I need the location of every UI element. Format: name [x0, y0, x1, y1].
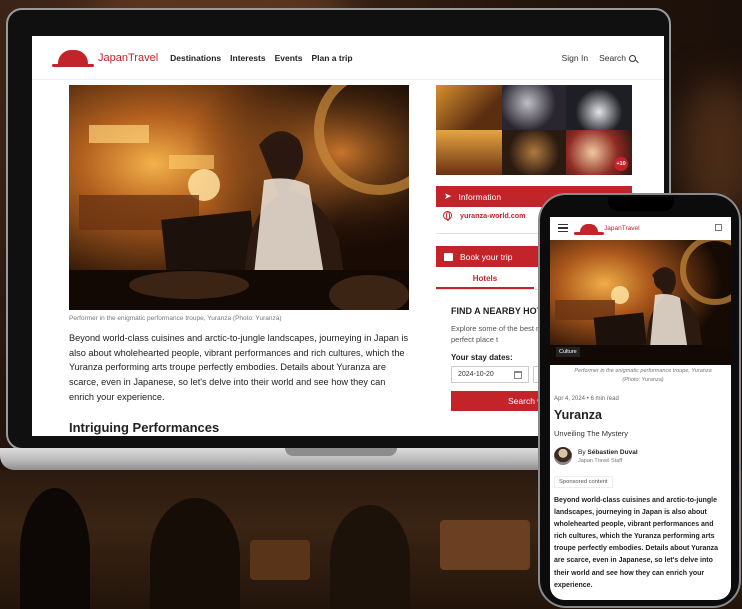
logo-mark-icon: [52, 50, 94, 67]
nav-links: Destinations Interests Events Plan a tri…: [170, 53, 352, 63]
information-label: Information: [458, 191, 502, 202]
hero-caption: Performer in the enigmatic performance t…: [69, 315, 282, 322]
mobile-hero-caption: Performer in the enigmatic performance t…: [574, 368, 712, 383]
hamburger-menu-icon[interactable]: [558, 222, 568, 234]
publish-date: Apr 4, 2024 • 6 min read: [554, 396, 619, 402]
nav-link-events[interactable]: Events: [275, 53, 303, 63]
background-performer: [330, 505, 410, 609]
nav-link-destinations[interactable]: Destinations: [170, 53, 221, 63]
book-trip-label: Book your trip: [460, 251, 513, 262]
mobile-article-body: Beyond world-class cuisines and arctic-t…: [554, 497, 719, 589]
author-block[interactable]: By Sébastien Duval Japan Travel Staff: [554, 447, 638, 465]
article-subtitle: Unveiling The Mystery: [554, 429, 629, 438]
gallery-thumb[interactable]: [436, 85, 502, 130]
gallery-thumb[interactable]: [566, 85, 632, 130]
background-instrument: [250, 540, 310, 580]
author-byline: By Sébastien Duval: [578, 448, 638, 456]
background-performer: [20, 488, 90, 609]
search-label: Search: [599, 52, 626, 63]
checkin-date-field[interactable]: 2024-10-20: [451, 366, 529, 383]
phone-frame: JapanTravel Culture Performer in the eni…: [538, 193, 741, 608]
location-arrow-icon: ➤: [444, 191, 452, 201]
article-title: Yuranza: [554, 408, 602, 422]
laptop-notch: [285, 448, 397, 456]
globe-icon: [443, 211, 452, 221]
photo-gallery[interactable]: +10: [436, 85, 632, 175]
gallery-more-count[interactable]: +10: [614, 157, 628, 171]
website-link[interactable]: yuranza-world.com: [443, 211, 526, 221]
search-link[interactable]: Search: [599, 53, 636, 63]
calendar-icon: [514, 370, 522, 379]
author-role: Japan Travel Staff: [578, 457, 623, 464]
author-name[interactable]: Sébastien Duval: [587, 449, 637, 456]
logo-wordmark: JapanTravel: [604, 224, 640, 232]
sign-in-link[interactable]: Sign In: [562, 53, 588, 63]
category-tag[interactable]: Culture: [556, 347, 580, 357]
nav-link-plan-a-trip[interactable]: Plan a trip: [311, 53, 352, 63]
gallery-thumb[interactable]: [502, 130, 566, 175]
gallery-thumb[interactable]: +10: [566, 130, 632, 175]
background-instrument: [440, 520, 530, 570]
phone-screen: JapanTravel Culture Performer in the eni…: [550, 217, 731, 600]
logo-wordmark: JapanTravel: [98, 51, 159, 64]
suitcase-icon: [444, 252, 453, 261]
find-hotel-title: FIND A NEARBY HOTE: [451, 306, 549, 316]
hero-photo-illustration: [69, 85, 409, 310]
phone-notch: [608, 197, 674, 211]
mobile-site-logo[interactable]: JapanTravel: [574, 223, 640, 235]
article-intro: Beyond world-class cuisines and arctic-t…: [69, 333, 409, 402]
background-performer: [150, 498, 240, 609]
sponsored-badge: Sponsored content: [554, 476, 613, 488]
logo-mark-icon: [574, 223, 604, 235]
avatar: [554, 447, 572, 465]
site-logo[interactable]: JapanTravel: [52, 50, 159, 67]
stay-dates-label: Your stay dates:: [451, 353, 513, 362]
hero-image: [69, 85, 409, 310]
website-url: yuranza-world.com: [460, 211, 526, 220]
gallery-thumb[interactable]: [502, 85, 566, 130]
author-text: By Sébastien Duval Japan Travel Staff: [578, 449, 638, 464]
section-heading: Intriguing Performances: [69, 420, 220, 435]
tab-hotels[interactable]: Hotels: [436, 269, 534, 289]
nav-right: Sign In Search: [562, 53, 636, 63]
top-navigation: JapanTravel Destinations Interests Event…: [32, 36, 664, 80]
mobile-navigation: JapanTravel: [550, 217, 731, 239]
gallery-thumb[interactable]: [436, 130, 502, 175]
expand-icon[interactable]: [715, 224, 722, 231]
search-icon: [629, 54, 636, 62]
checkin-date-value: 2024-10-20: [458, 371, 494, 378]
nav-link-interests[interactable]: Interests: [230, 53, 265, 63]
